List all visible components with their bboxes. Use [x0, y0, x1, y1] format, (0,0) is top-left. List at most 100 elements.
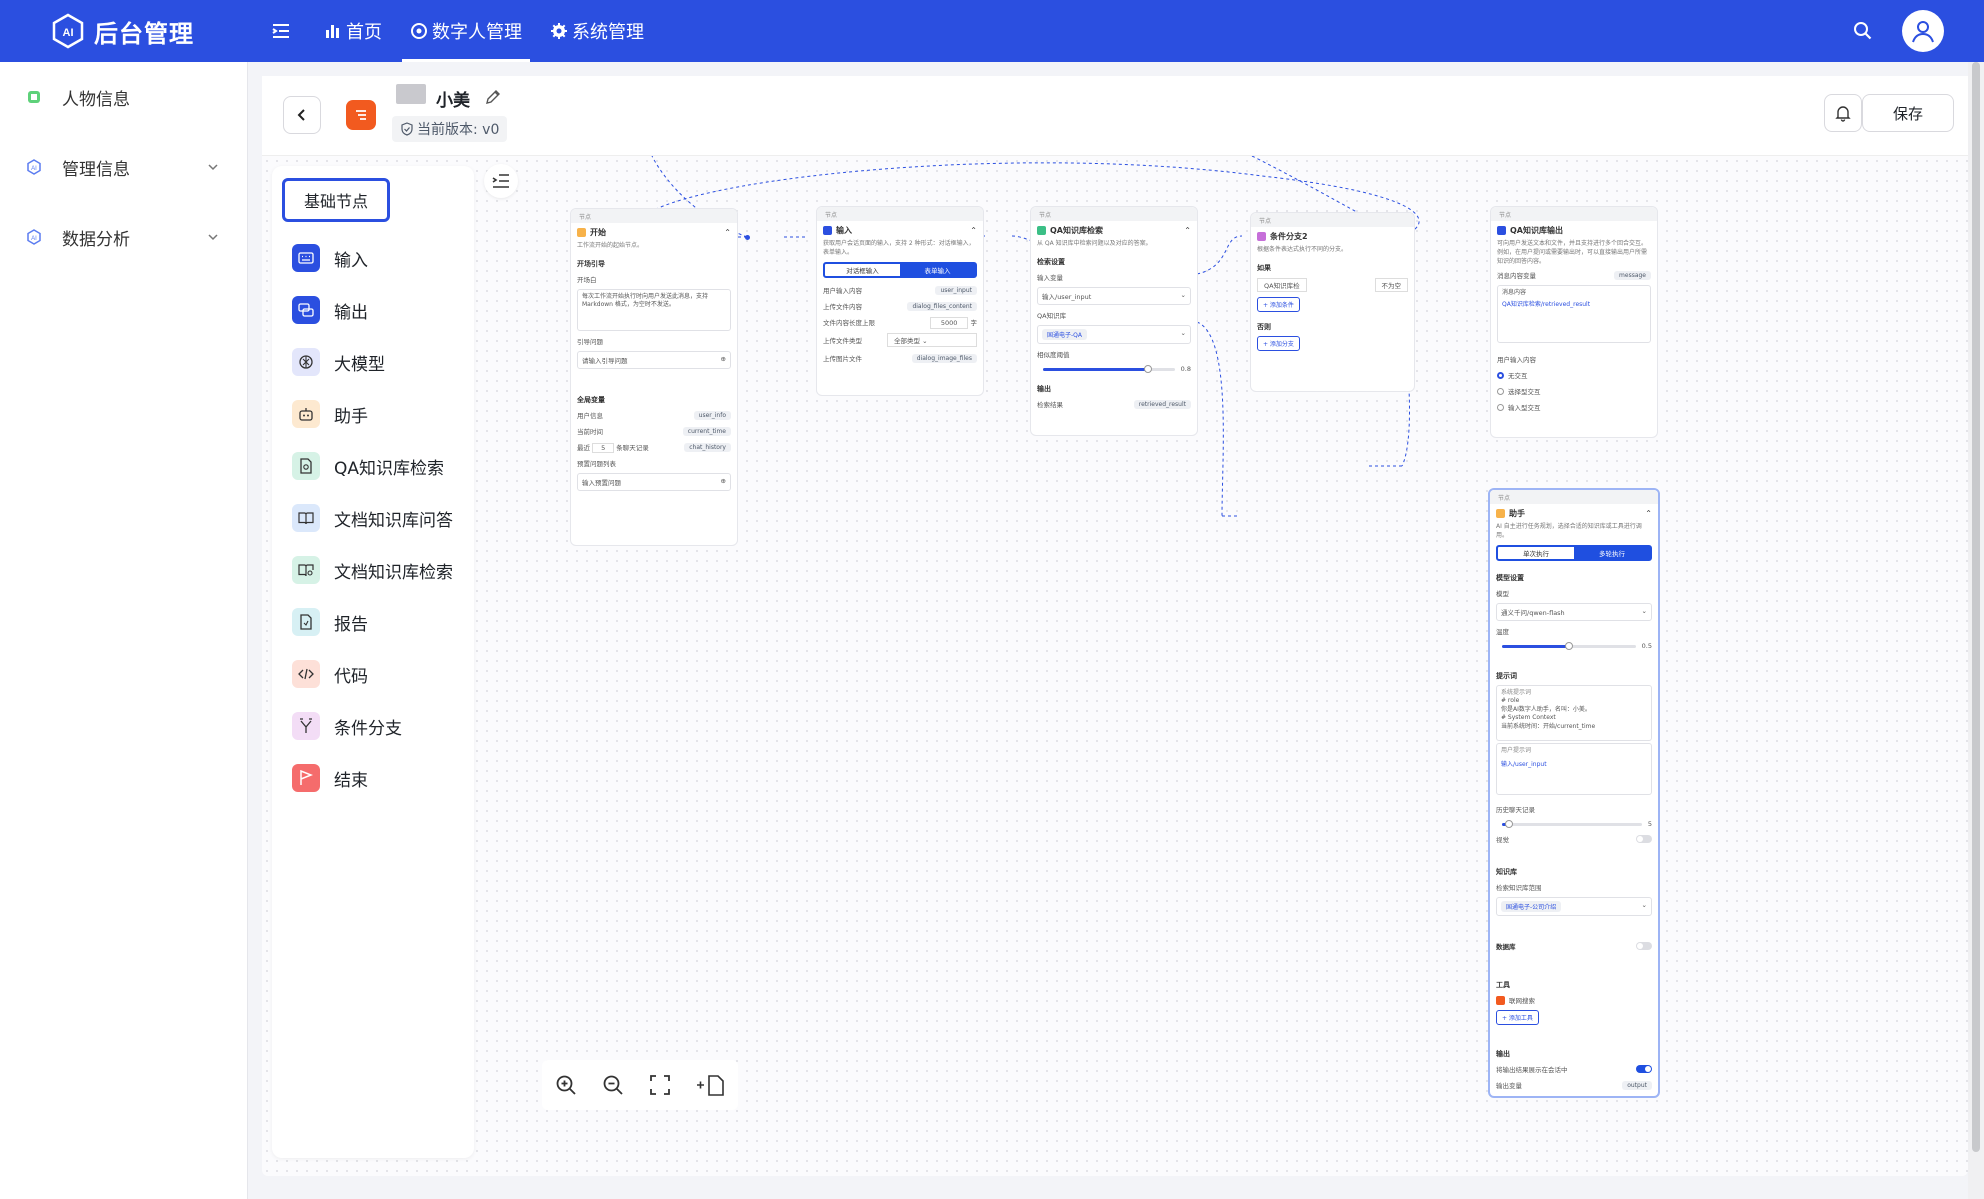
sidebar-item-data-analysis[interactable]: AI 数据分析 [0, 202, 247, 272]
zoom-in-icon[interactable] [555, 1074, 577, 1096]
nav-item-digital-human[interactable]: 数字人管理 [396, 0, 536, 62]
palette-item-label: 报告 [334, 614, 368, 635]
tab-dialog-input[interactable]: 对话框输入 [825, 264, 900, 276]
var-row: 当前时间 current_time [571, 423, 737, 439]
preset-input[interactable]: 输入预置问题 ⊕ [577, 473, 731, 491]
palette-item-label: QA知识库检索 [334, 458, 445, 479]
nav-item-label: 数字人管理 [432, 22, 522, 43]
edit-icon[interactable] [484, 88, 502, 106]
palette-item-branch[interactable]: 条件分支 [272, 700, 474, 752]
sidebar-item-manage-info[interactable]: AI 管理信息 [0, 132, 247, 202]
code-icon [292, 660, 320, 688]
collapse-palette-button[interactable] [484, 164, 518, 198]
palette-item-label: 大模型 [334, 354, 385, 375]
search-icon[interactable] [1852, 20, 1874, 42]
similarity-slider[interactable]: 0.8 [1031, 362, 1197, 376]
sidebar-item-person-info[interactable]: 人物信息 [0, 62, 247, 132]
nav-item-system[interactable]: 系统管理 [536, 0, 658, 62]
palette-item-assistant[interactable]: 助手 [272, 388, 474, 440]
collapse-icon[interactable]: ⌃ [724, 228, 731, 237]
node-band: 节点 [571, 209, 737, 223]
exec-mode-tabs[interactable]: 单次执行 多轮执行 [1496, 545, 1652, 561]
palette-item-llm[interactable]: 大模型 [272, 336, 474, 388]
page-scrollbar[interactable] [1968, 62, 1984, 1199]
menu-toggle-icon[interactable] [270, 20, 292, 42]
add-condition-button[interactable]: + 添加条件 [1257, 297, 1300, 312]
opening-textarea[interactable]: 每次工作流开始执行时向用户发送此消息，支持 Markdown 格式，为空时不发送… [577, 289, 731, 331]
tab-form-input[interactable]: 表单输入 [900, 264, 975, 276]
radio-option[interactable]: 无交互 [1491, 367, 1657, 383]
palette-item-report[interactable]: 报告 [272, 596, 474, 648]
palette-title[interactable]: 基础节点 [282, 178, 390, 222]
palette-item-input[interactable]: 输入 [272, 232, 474, 284]
node-start[interactable]: 节点 开始 ⌃ 工作流开始的起始节点。 开场引导 开场白 每次工作流开始执行时向用… [570, 208, 738, 546]
add-branch-button[interactable]: + 添加分支 [1257, 336, 1300, 351]
keyboard-icon [292, 244, 320, 272]
system-prompt-box[interactable]: 系统提示词 # role 你是AI数字人助手，名叫：小美。 # System C… [1496, 685, 1652, 741]
vision-toggle[interactable] [1636, 835, 1652, 843]
notification-button[interactable] [1824, 94, 1862, 132]
palette-item-qa-search[interactable]: QA知识库检索 [272, 440, 474, 492]
app-logo[interactable]: AI 后台管理 [0, 0, 250, 62]
connector-dot[interactable] [745, 235, 750, 240]
radio-option[interactable]: 输入型交互 [1491, 399, 1657, 415]
model-select[interactable]: 通义千问/qwen-flash ⌄ [1496, 603, 1652, 621]
logo-icon: AI [52, 13, 84, 49]
workflow-canvas[interactable]: 基础节点 输入 输出 大模型 助手 QA知识库检索 文档知识库问答 文档知识库检… [262, 156, 1968, 1176]
palette-item-label: 助手 [334, 406, 368, 427]
message-content-box[interactable]: 消息内容 QA知识库检索/retrieved_result [1497, 285, 1651, 343]
kb-select[interactable]: 国通电子-QA ⌄ [1037, 325, 1191, 344]
field-label: 开场白 [577, 276, 597, 284]
sidebar-item-label: 数据分析 [62, 229, 130, 250]
node-title: QA知识库检索 [1050, 226, 1103, 235]
var-row: 用户输入内容 user_input [817, 282, 983, 298]
show-output-toggle[interactable] [1636, 1065, 1652, 1073]
input-var-select[interactable]: 输入/user_input ⌄ [1037, 287, 1191, 305]
var-row: 用户信息 user_info [571, 407, 737, 423]
indent-icon [492, 174, 509, 188]
ai-icon: AI [27, 229, 41, 245]
palette-item-doc-search[interactable]: 文档知识库检索 [272, 544, 474, 596]
robot-icon [292, 400, 320, 428]
palette-item-end[interactable]: 结束 [272, 752, 474, 804]
node-qa-search[interactable]: 节点 QA知识库检索 ⌃ 从 QA 知识库中检索问题以及对应的答案。 检索设置 输… [1030, 206, 1198, 436]
user-prompt-box[interactable]: 用户提示词 输入/user_input [1496, 743, 1652, 795]
history-slider[interactable]: 5 [1490, 817, 1658, 831]
keyboard-icon [823, 226, 832, 235]
temperature-slider[interactable]: 0.5 [1490, 639, 1658, 653]
report-icon [292, 608, 320, 636]
zoom-out-icon[interactable] [602, 1074, 624, 1096]
history-row: 最近 5 条聊天记录 chat_history [571, 439, 737, 455]
add-tool-button[interactable]: + 添加工具 [1496, 1010, 1539, 1025]
tab-multi-run[interactable]: 多轮执行 [1574, 547, 1650, 559]
node-input[interactable]: 节点 输入 ⌃ 获取用户会话页面的输入，支持 2 种形式：对话框输入，表单输入。 … [816, 206, 984, 396]
add-note-icon[interactable] [696, 1074, 726, 1096]
node-assistant[interactable]: 节点 助手 ⌃ AI 自主进行任务规划，选择合适的知识库或工具进行调用。 单次执行… [1488, 488, 1660, 1098]
node-branch[interactable]: 节点 条件分支2 根据条件表达式执行不同的分支。 如果 QA知识库检 不为空 + … [1250, 212, 1415, 392]
palette-item-doc-qa[interactable]: 文档知识库问答 [272, 492, 474, 544]
field-label: 温度 [1496, 628, 1509, 636]
tab-single-run[interactable]: 单次执行 [1498, 547, 1574, 559]
fit-view-icon[interactable] [649, 1074, 671, 1096]
vision-toggle-row: 视觉 [1490, 831, 1658, 847]
db-toggle-row: 数据库 [1490, 938, 1658, 954]
input-mode-tabs[interactable]: 对话框输入 表单输入 [823, 262, 977, 278]
palette-item-output[interactable]: 输出 [272, 284, 474, 336]
workflow-app-icon [346, 100, 376, 130]
save-button[interactable]: 保存 [1862, 94, 1954, 132]
zoom-toolbar [542, 1060, 738, 1110]
scrollbar-thumb[interactable] [1972, 62, 1980, 1152]
node-qa-output[interactable]: 节点 QA知识库输出 可向用户发送文本和文件，并且支持进行多个回合交互。例如，在… [1490, 206, 1658, 438]
back-button[interactable] [283, 96, 321, 134]
condition-row: QA知识库检 不为空 [1251, 275, 1414, 295]
node-band: 节点 [1491, 207, 1657, 221]
chevron-left-icon [297, 109, 305, 121]
radio-option[interactable]: 选择型交互 [1491, 383, 1657, 399]
palette-item-code[interactable]: 代码 [272, 648, 474, 700]
user-avatar[interactable] [1902, 10, 1944, 52]
nav-item-home[interactable]: 首页 [310, 0, 396, 62]
guide-question-input[interactable]: 请输入引导问题 ⊕ [577, 351, 731, 369]
kb-scope-select[interactable]: 国通电子-公司介绍 ⌄ [1496, 897, 1652, 916]
palette-item-label: 输入 [334, 250, 368, 271]
db-toggle[interactable] [1636, 942, 1652, 950]
